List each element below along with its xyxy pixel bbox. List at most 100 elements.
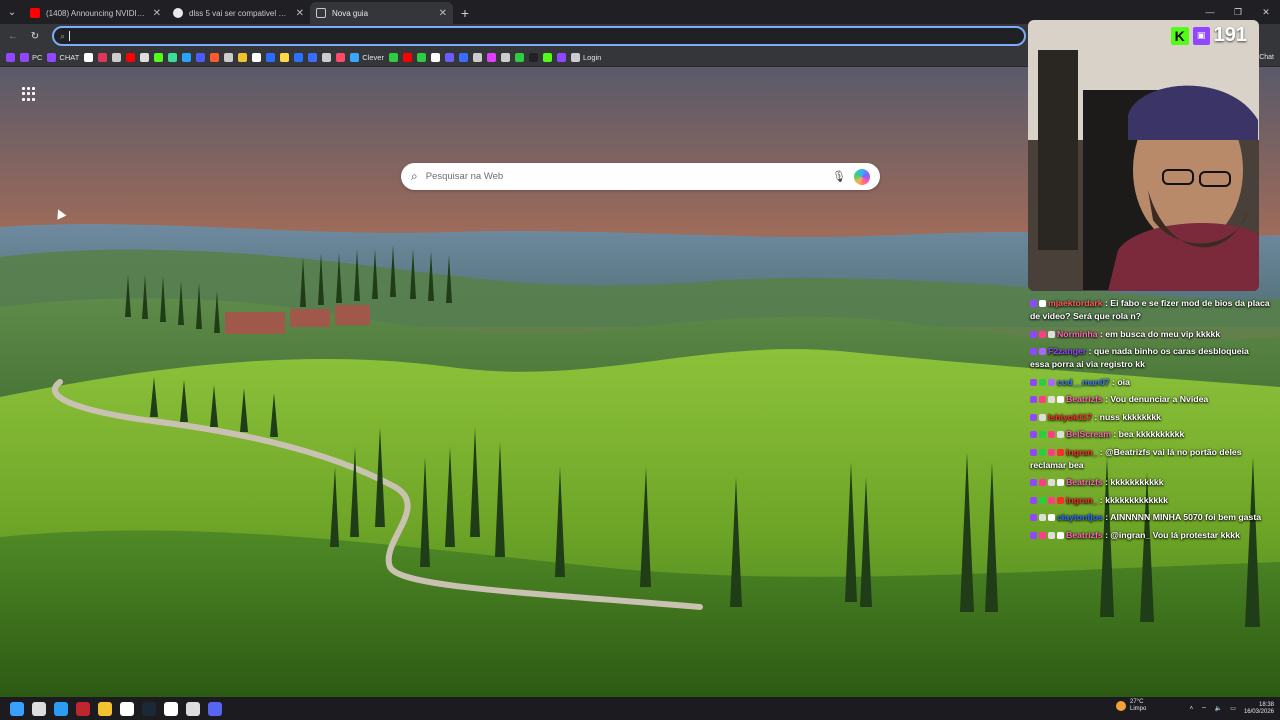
bookmark-item[interactable] (210, 49, 220, 65)
tab-search-chevron-icon[interactable]: ⌄ (0, 0, 24, 24)
bookmark-label: CHAT (59, 52, 80, 62)
xbox-icon[interactable] (164, 701, 178, 716)
bookmark-favicon-icon (98, 52, 108, 62)
bookmark-item[interactable] (266, 49, 276, 65)
bookmark-item[interactable] (196, 49, 206, 65)
steam-icon[interactable] (142, 701, 156, 716)
task-view-icon[interactable] (32, 701, 46, 716)
bookmark-item[interactable] (224, 49, 234, 65)
bookmark-item[interactable] (238, 49, 248, 65)
bookmark-item[interactable] (252, 49, 262, 65)
bookmark-item[interactable]: PC (20, 49, 42, 65)
app-circle-icon[interactable] (186, 701, 200, 716)
bookmark-item[interactable] (486, 49, 496, 65)
wifi-icon[interactable]: ⌔ (1201, 705, 1207, 713)
apps-grid-icon[interactable] (22, 87, 36, 101)
badge-icon (1030, 378, 1037, 386)
weather-widget[interactable]: 27°C Limpo (1116, 699, 1146, 713)
close-icon[interactable]: ✕ (296, 8, 304, 19)
text-caret (69, 31, 71, 41)
bookmark-item[interactable] (182, 49, 192, 65)
new-tab-plus-icon[interactable]: + (453, 2, 477, 24)
bookmark-item[interactable] (430, 49, 440, 65)
bookmark-item[interactable] (308, 49, 318, 65)
bookmark-label[interactable]: Chat (1259, 54, 1274, 61)
bookmark-item[interactable] (112, 49, 122, 65)
chat-username: Beatrizfs (1066, 394, 1103, 404)
bookmark-item[interactable] (6, 49, 15, 65)
bookmark-favicon-icon (20, 52, 29, 62)
badge-icon (1030, 496, 1037, 504)
microphone-icon[interactable]: 🎙 (832, 170, 846, 183)
badge-icon (1039, 413, 1046, 421)
bookmark-item[interactable] (416, 49, 426, 65)
bookmark-item[interactable] (140, 49, 150, 65)
chat-badges (1030, 431, 1064, 439)
back-arrow-icon[interactable]: ← (4, 27, 22, 45)
chat-message: ingran_ : @Beatrizfs vai lá no portão de… (1030, 446, 1270, 472)
bookmark-favicon-icon (556, 52, 566, 62)
chat-badges (1030, 531, 1064, 539)
address-bar[interactable]: ⌕ (52, 26, 1026, 46)
bookmark-item[interactable]: Login (570, 49, 601, 65)
clock-time: 18:38 (1258, 701, 1274, 708)
browser-icon[interactable] (54, 701, 68, 716)
clock[interactable]: 18:38 16/03/2026 (1244, 702, 1274, 716)
bookmark-item[interactable] (556, 49, 566, 65)
chat-text: : oia (1109, 376, 1130, 387)
bookmark-favicon-icon (182, 52, 192, 62)
start-icon[interactable] (10, 701, 24, 716)
battery-icon[interactable]: ▭ (1230, 705, 1236, 712)
bookmark-favicon-icon (266, 52, 276, 62)
bookmark-item[interactable] (542, 49, 552, 65)
tab-1[interactable]: (1408) Announcing NVIDIA DLSS ✕ (24, 2, 167, 24)
bookmark-item[interactable] (154, 49, 164, 65)
speaker-icon[interactable]: 🔈 (1215, 705, 1222, 712)
tab-3[interactable]: Nova guia ✕ (310, 2, 453, 24)
search-input[interactable]: Pesquisar na Web (426, 171, 824, 182)
bookmark-item[interactable]: CHAT (47, 49, 79, 65)
chat-message: mjaektordark : Ei fabo e se fizer mod de… (1030, 297, 1270, 323)
web-search-box[interactable]: ⌕ Pesquisar na Web 🎙 (401, 163, 880, 190)
bookmark-favicon-icon (322, 52, 332, 62)
tab-2[interactable]: dlss 5 vai ser compativel com qua ✕ (167, 2, 310, 24)
app-red-icon[interactable] (76, 701, 90, 716)
bookmark-item[interactable] (168, 49, 178, 65)
discord-icon[interactable] (208, 701, 222, 716)
bookmark-item[interactable] (388, 49, 398, 65)
bookmark-item[interactable]: Clever (350, 49, 384, 65)
bookmark-item[interactable] (458, 49, 468, 65)
bookmark-item[interactable] (84, 49, 94, 65)
google-icon (173, 8, 183, 18)
chevron-up-icon[interactable]: ˄ (1190, 706, 1194, 712)
badge-icon (1057, 448, 1064, 456)
store-icon[interactable] (120, 701, 134, 716)
badge-icon (1057, 531, 1064, 539)
bookmark-item[interactable] (280, 49, 290, 65)
bookmark-item[interactable] (126, 49, 136, 65)
screen: ⌄ (1408) Announcing NVIDIA DLSS ✕ dlss 5… (0, 0, 1280, 720)
bookmark-item[interactable] (472, 49, 482, 65)
reload-icon[interactable]: ↻ (26, 27, 44, 45)
copilot-icon[interactable] (854, 168, 870, 185)
bookmark-item[interactable] (322, 49, 332, 65)
close-icon[interactable]: ✕ (153, 8, 161, 19)
viewer-count: 191 (1213, 24, 1247, 46)
bookmark-item[interactable] (514, 49, 524, 65)
bookmark-item[interactable] (294, 49, 304, 65)
badge-icon (1030, 300, 1037, 308)
close-icon[interactable]: ✕ (439, 8, 447, 19)
taskbar: 27°C Limpo ˄ ⌔ 🔈 ▭ 18:38 16/03/2026 (0, 697, 1280, 720)
bookmark-item[interactable] (336, 49, 346, 65)
bookmark-item[interactable] (402, 49, 412, 65)
bookmark-favicon-icon (6, 52, 15, 62)
files-icon[interactable] (98, 701, 112, 716)
bookmark-item[interactable] (98, 49, 108, 65)
chat-text: : nuss kkkkkkkk (1091, 411, 1162, 422)
sun-icon (1116, 701, 1126, 711)
weather-desc: Limpo (1130, 706, 1147, 712)
bookmark-item[interactable] (500, 49, 510, 65)
bookmark-item[interactable] (528, 49, 538, 65)
chat-badges (1030, 348, 1046, 356)
bookmark-item[interactable] (444, 49, 454, 65)
